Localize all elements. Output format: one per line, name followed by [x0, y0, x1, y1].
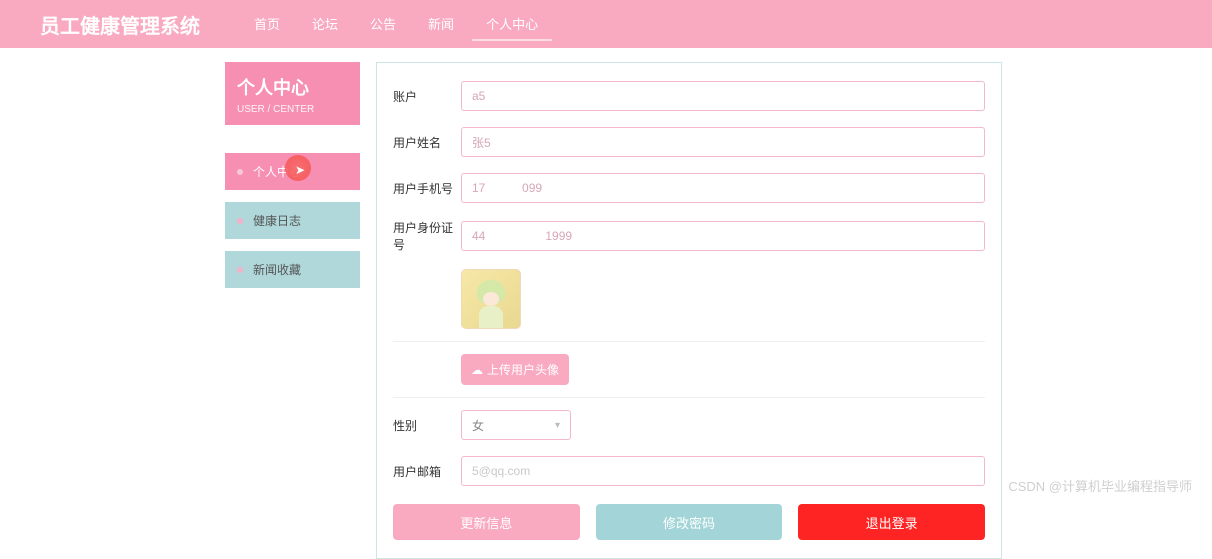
label-username: 用户姓名 [393, 134, 461, 151]
nav-user-center[interactable]: 个人中心 [472, 8, 552, 41]
update-info-button[interactable]: 更新信息 [393, 504, 580, 540]
sidebar: 个人中心 USER / CENTER 个人中心 ➤ 健康日志 新闻收藏 [225, 62, 360, 559]
idcard-input[interactable] [461, 221, 985, 251]
nav-news[interactable]: 新闻 [414, 8, 468, 41]
label-phone: 用户手机号 [393, 180, 461, 197]
cursor-arrow-icon: ➤ [295, 163, 305, 177]
phone-input[interactable] [461, 173, 985, 203]
chevron-down-icon: ▾ [555, 420, 560, 431]
sidebar-item-label: 新闻收藏 [253, 261, 301, 278]
gender-value: 女 [472, 417, 484, 434]
sidebar-item-user-center[interactable]: 个人中心 ➤ [225, 153, 360, 190]
label-account: 账户 [393, 88, 461, 105]
main-panel: 账户 用户姓名 用户手机号 用户身份证号 [376, 62, 1002, 559]
sidebar-title: 个人中心 [237, 74, 348, 100]
avatar-image[interactable] [461, 269, 521, 329]
upload-button-label: 上传用户头像 [487, 361, 559, 378]
account-input[interactable] [461, 81, 985, 111]
label-gender: 性别 [393, 417, 461, 434]
dot-icon [237, 169, 243, 175]
logout-button[interactable]: 退出登录 [798, 504, 985, 540]
nav-forum[interactable]: 论坛 [298, 8, 352, 41]
email-input[interactable] [461, 456, 985, 486]
app-logo: 员工健康管理系统 [40, 10, 200, 39]
dot-icon [237, 218, 243, 224]
divider [393, 341, 985, 342]
top-nav: 首页 论坛 公告 新闻 个人中心 [240, 8, 552, 41]
gender-select[interactable]: 女 ▾ [461, 410, 571, 440]
nav-home[interactable]: 首页 [240, 8, 294, 41]
username-input[interactable] [461, 127, 985, 157]
sidebar-header: 个人中心 USER / CENTER [225, 62, 360, 125]
dot-icon [237, 267, 243, 273]
sidebar-item-news-favorites[interactable]: 新闻收藏 [225, 251, 360, 288]
label-email: 用户邮箱 [393, 463, 461, 480]
upload-avatar-button[interactable]: ☁ 上传用户头像 [461, 354, 569, 385]
watermark-text: CSDN @计算机毕业编程指导师 [1008, 476, 1192, 495]
cloud-upload-icon: ☁ [471, 363, 483, 377]
label-idcard: 用户身份证号 [393, 219, 461, 253]
divider [393, 397, 985, 398]
nav-notice[interactable]: 公告 [356, 8, 410, 41]
change-password-button[interactable]: 修改密码 [596, 504, 783, 540]
top-header: 员工健康管理系统 首页 论坛 公告 新闻 个人中心 [0, 0, 1212, 48]
sidebar-subtitle: USER / CENTER [237, 104, 348, 115]
sidebar-item-health-log[interactable]: 健康日志 [225, 202, 360, 239]
sidebar-item-label: 健康日志 [253, 212, 301, 229]
